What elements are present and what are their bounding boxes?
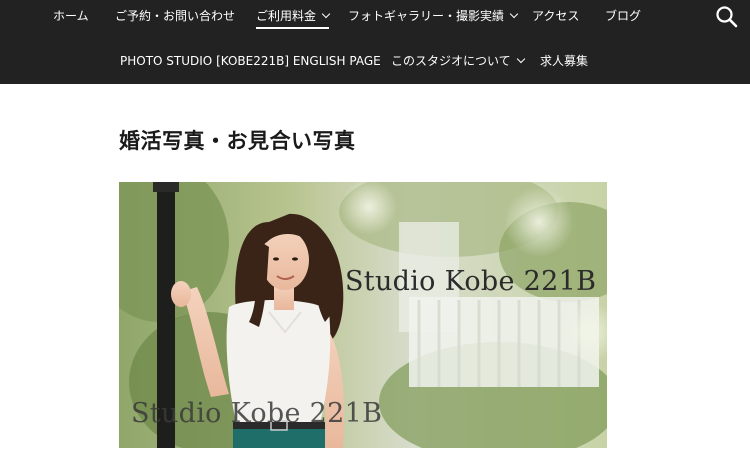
- chevron-down-icon: [516, 54, 525, 64]
- search-icon: [716, 6, 738, 28]
- nav-gallery-label: フォトギャラリー・撮影実績: [348, 9, 505, 23]
- nav-access[interactable]: アクセス: [532, 8, 579, 24]
- nav-about-studio-label: このスタジオについて: [391, 54, 511, 68]
- nav-blog[interactable]: ブログ: [605, 8, 641, 24]
- nav-pricing-label: ご利用料金: [256, 9, 317, 23]
- nav-pricing[interactable]: ご利用料金: [256, 8, 331, 29]
- nav-english-page-label: PHOTO STUDIO [KOBE221B] ENGLISH PAGE: [120, 54, 381, 68]
- nav-recruitment[interactable]: 求人募集: [540, 53, 588, 69]
- nav-home[interactable]: ホーム: [53, 8, 89, 24]
- nav-home-label: ホーム: [53, 9, 89, 23]
- nav-recruitment-label: 求人募集: [540, 54, 589, 68]
- chevron-down-icon: [509, 9, 519, 19]
- nav-access-label: アクセス: [532, 9, 580, 23]
- chevron-down-icon: [321, 9, 331, 19]
- studio-watermark-bottom: Studio Kobe 221B: [131, 398, 383, 429]
- main-navigation: ホーム ご予約・お問い合わせ ご利用料金 フォトギャラリー・撮影実績 アクセス …: [0, 0, 750, 84]
- page-title: 婚活写真・お見合い写真: [119, 129, 356, 153]
- nav-reservation-contact[interactable]: ご予約・お問い合わせ: [115, 8, 235, 24]
- hero-image[interactable]: Studio Kobe 221B Studio Kobe 221B: [119, 182, 607, 448]
- nav-reservation-contact-label: ご予約・お問い合わせ: [115, 9, 236, 23]
- studio-watermark-top: Studio Kobe 221B: [345, 266, 597, 297]
- nav-english-page[interactable]: PHOTO STUDIO [KOBE221B] ENGLISH PAGE: [120, 53, 381, 69]
- nav-about-studio[interactable]: このスタジオについて: [391, 53, 525, 69]
- nav-blog-label: ブログ: [605, 9, 642, 23]
- search-button[interactable]: [714, 4, 740, 30]
- nav-gallery[interactable]: フォトギャラリー・撮影実績: [348, 8, 519, 24]
